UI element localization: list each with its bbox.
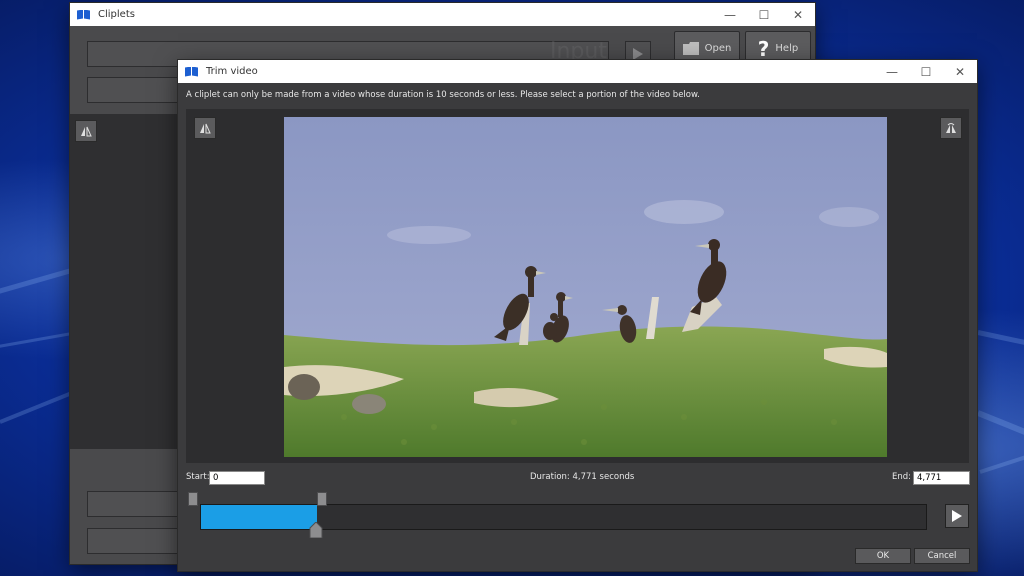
duration-value: 4,771 seconds xyxy=(572,472,635,482)
video-frame-image xyxy=(284,117,887,457)
end-label: End: xyxy=(892,472,912,482)
end-trim-handle[interactable] xyxy=(317,492,327,506)
maximize-button[interactable]: ☐ xyxy=(747,3,781,26)
video-preview-area xyxy=(186,109,969,463)
help-button-label: Help xyxy=(775,43,799,54)
main-left-pane xyxy=(70,114,180,449)
mirror-icon xyxy=(81,126,92,137)
duration-display: Duration: 4,771 seconds xyxy=(530,472,634,482)
play-icon xyxy=(633,48,643,60)
trim-instruction-text: A cliplet can only be made from a video … xyxy=(186,90,700,100)
trim-titlebar: Trim video — ☐ ✕ xyxy=(178,60,977,83)
trim-play-button[interactable] xyxy=(945,504,969,528)
trim-selection-range xyxy=(201,505,317,529)
cliplets-app-icon xyxy=(185,66,199,77)
start-input[interactable]: 0 xyxy=(209,471,265,485)
rotate-icon xyxy=(946,123,956,133)
minimize-button[interactable]: — xyxy=(875,60,909,83)
main-mirror-button[interactable] xyxy=(75,120,97,142)
mirror-left-button[interactable] xyxy=(194,117,216,139)
cliplets-app-icon xyxy=(77,9,91,20)
close-button[interactable]: ✕ xyxy=(943,60,977,83)
desktop-light-streak xyxy=(979,454,1024,474)
trim-window-title: Trim video xyxy=(206,66,258,77)
mirror-icon xyxy=(200,123,211,134)
start-trim-handle[interactable] xyxy=(188,492,198,506)
ok-button[interactable]: OK xyxy=(855,548,911,564)
duration-label: Duration: xyxy=(530,472,570,482)
folder-icon xyxy=(682,42,699,55)
main-titlebar: Cliplets — ☐ ✕ xyxy=(70,3,815,26)
video-frame[interactable] xyxy=(284,117,887,457)
playhead-marker[interactable] xyxy=(309,522,323,538)
desktop-light-streak xyxy=(976,410,1024,439)
trim-video-dialog: Trim video — ☐ ✕ A cliplet can only be m… xyxy=(178,60,977,571)
cancel-button[interactable]: Cancel xyxy=(914,548,970,564)
desktop-light-streak xyxy=(977,330,1024,348)
rotate-right-button[interactable] xyxy=(940,117,962,139)
start-label: Start: xyxy=(186,472,210,482)
close-button[interactable]: ✕ xyxy=(781,3,815,26)
minimize-button[interactable]: — xyxy=(713,3,747,26)
maximize-button[interactable]: ☐ xyxy=(909,60,943,83)
play-icon xyxy=(952,510,962,522)
main-window-title: Cliplets xyxy=(98,9,135,20)
end-input[interactable]: 4,771 xyxy=(913,471,970,485)
open-button-label: Open xyxy=(704,43,732,54)
question-mark-icon: ? xyxy=(757,36,770,61)
